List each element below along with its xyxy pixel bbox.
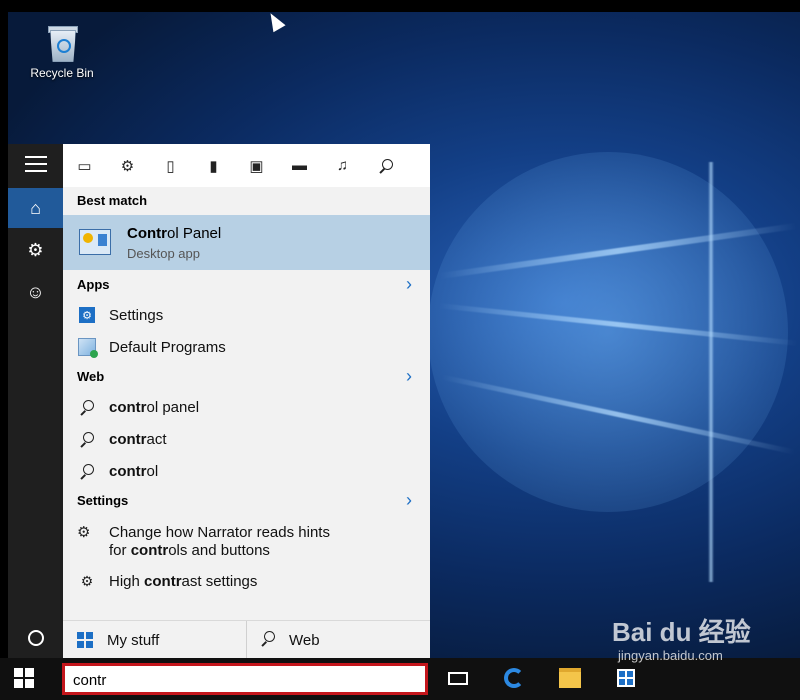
my-stuff-label: My stuff <box>107 631 160 649</box>
default-programs-icon <box>78 338 98 358</box>
watermark-url: jingyan.baidu.com <box>618 648 723 663</box>
settings-app-icon: ⚙ <box>79 307 95 323</box>
settings-chevron-icon[interactable]: › <box>406 491 412 509</box>
web-filter-button[interactable] <box>364 144 407 187</box>
search-input[interactable] <box>73 670 413 690</box>
web-header[interactable]: Web <box>77 369 104 384</box>
hamburger-menu-icon <box>24 156 47 172</box>
taskbar-search-box[interactable] <box>62 663 428 695</box>
web-result[interactable]: contract <box>63 424 430 454</box>
videos-filter-button[interactable]: ▬ <box>278 144 321 187</box>
store-icon <box>617 669 635 687</box>
settings-result-label: High contrast settings <box>109 572 258 590</box>
watermark-logo-text: Bai du 经验 <box>612 617 751 647</box>
feedback-button[interactable]: ☺ <box>8 272 63 312</box>
settings-result-line1: Change how Narrator reads hints <box>109 524 330 541</box>
settings-result-high-contrast[interactable]: ⚙ High contrast settings <box>63 566 430 596</box>
search-icon <box>80 432 94 446</box>
folder-icon <box>559 668 581 688</box>
search-icon <box>80 464 94 478</box>
web-filter-icon <box>379 158 393 173</box>
apps-header[interactable]: Apps <box>77 277 110 292</box>
edge-button[interactable] <box>500 664 528 692</box>
settings-button[interactable]: ⚙ <box>8 230 63 270</box>
home-button[interactable]: ⌂ <box>8 188 63 228</box>
settings-header[interactable]: Settings <box>77 493 128 508</box>
recycle-bin-icon <box>46 22 78 62</box>
search-scope-bar: My stuff Web <box>63 620 430 659</box>
task-view-button[interactable] <box>444 664 472 692</box>
file-explorer-button[interactable] <box>556 664 584 692</box>
recycle-bin-label: Recycle Bin <box>30 66 94 80</box>
videos-filter-icon: ▬ <box>292 157 307 174</box>
music-filter-icon: ♫ <box>336 157 349 174</box>
web-result[interactable]: control panel <box>63 392 430 422</box>
gear-icon: ⚙ <box>77 524 91 541</box>
search-results-panel: ▭ ⚙ ▯ ▮ ▣ ▬ ♫ Best match Control Panel D… <box>63 144 430 659</box>
cortana-circle-icon <box>27 630 44 646</box>
documents-filter-icon: ▯ <box>166 157 175 175</box>
store-button[interactable] <box>612 664 640 692</box>
web-result-label: control <box>109 462 159 480</box>
music-filter-button[interactable]: ♫ <box>321 144 364 187</box>
wallpaper-beam <box>708 162 714 582</box>
wallpaper-glow <box>428 152 788 512</box>
search-icon <box>261 631 275 645</box>
feedback-icon: ☺ <box>26 281 45 302</box>
my-stuff-button[interactable]: My stuff <box>63 621 246 659</box>
documents-filter-button[interactable]: ▯ <box>149 144 192 187</box>
best-match-header: Best match <box>77 193 148 208</box>
photos-filter-button[interactable]: ▣ <box>235 144 278 187</box>
start-button[interactable] <box>14 668 34 688</box>
apps-chevron-icon[interactable]: › <box>406 275 412 293</box>
control-panel-icon <box>79 229 111 255</box>
best-match-result[interactable]: Control Panel Desktop app <box>63 215 430 270</box>
apps-filter-icon: ▭ <box>77 157 92 175</box>
settings-filter-icon: ⚙ <box>120 157 135 175</box>
web-result-label: control panel <box>109 398 200 416</box>
search-filter-bar: ▭ ⚙ ▯ ▮ ▣ ▬ ♫ <box>63 144 430 187</box>
home-icon: ⌂ <box>30 197 41 218</box>
web-result[interactable]: control <box>63 456 430 486</box>
photos-filter-icon: ▣ <box>249 157 264 175</box>
screen-top-border <box>0 0 800 12</box>
cortana-button[interactable] <box>8 618 63 658</box>
tablet-filter-button[interactable]: ▮ <box>192 144 235 187</box>
app-result-settings[interactable]: ⚙ Settings <box>63 300 430 330</box>
app-result-label: Default Programs <box>109 338 226 356</box>
web-chevron-icon[interactable]: › <box>406 367 412 385</box>
windows-logo-icon <box>77 632 93 648</box>
apps-filter-button[interactable]: ▭ <box>63 144 106 187</box>
app-result-label: Settings <box>109 306 164 324</box>
best-match-subtitle: Desktop app <box>127 246 200 261</box>
search-icon <box>80 400 94 414</box>
hamburger-menu-button[interactable] <box>8 144 63 184</box>
watermark: Bai du 经验 jingyan.baidu.com <box>612 612 782 663</box>
settings-result-line2: for controls and buttons <box>109 542 270 559</box>
best-match-title: Control Panel <box>127 225 222 242</box>
app-result-default-programs[interactable]: Default Programs <box>63 332 430 362</box>
screen-left-border <box>0 0 8 700</box>
tablet-filter-icon: ▮ <box>209 157 218 175</box>
settings-result-narrator[interactable]: ⚙ Change how Narrator reads hints for co… <box>63 521 430 559</box>
web-scope-label: Web <box>289 631 320 649</box>
web-scope-button[interactable]: Web <box>247 621 430 659</box>
gear-icon: ⚙ <box>80 572 94 589</box>
settings-filter-button[interactable]: ⚙ <box>106 144 149 187</box>
task-view-icon <box>448 671 468 685</box>
recycle-bin-shortcut[interactable]: Recycle Bin <box>22 20 102 90</box>
edge-browser-icon <box>504 668 524 688</box>
start-rail: ⌂ ⚙ ☺ <box>8 144 63 658</box>
gear-icon: ⚙ <box>27 239 44 260</box>
web-result-label: contract <box>109 430 167 448</box>
